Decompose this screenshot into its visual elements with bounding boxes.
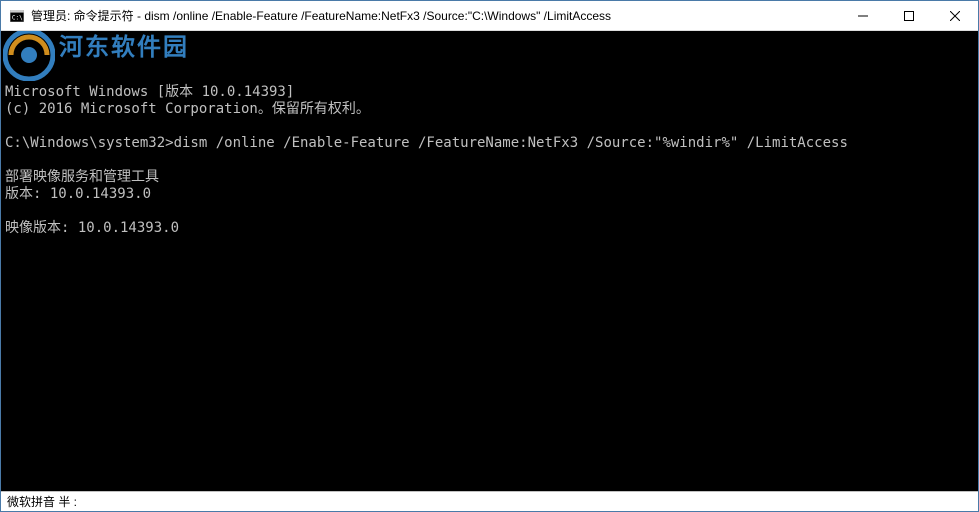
terminal-line: 版本: 10.0.14393.0 — [5, 186, 974, 203]
maximize-button[interactable] — [886, 1, 932, 30]
window-controls — [840, 1, 978, 30]
terminal-line: Microsoft Windows [版本 10.0.14393] — [5, 84, 974, 101]
terminal-output[interactable]: 河东软件园 Microsoft Windows [版本 10.0.14393](… — [1, 31, 978, 491]
cmd-icon: C:\ — [9, 8, 25, 24]
terminal-line: 部署映像服务和管理工具 — [5, 169, 974, 186]
watermark-text: 河东软件园 — [59, 39, 189, 56]
ime-status-bar: 微软拼音 半 : — [1, 491, 978, 511]
terminal-line: C:\Windows\system32>dism /online /Enable… — [5, 135, 974, 152]
titlebar: C:\ 管理员: 命令提示符 - dism /online /Enable-Fe… — [1, 1, 978, 31]
terminal-line — [5, 118, 974, 135]
window-title: 管理员: 命令提示符 - dism /online /Enable-Featur… — [31, 7, 840, 24]
ime-status-text: 微软拼音 半 : — [7, 493, 77, 510]
svg-text:C:\: C:\ — [12, 14, 23, 21]
terminal-line: (c) 2016 Microsoft Corporation。保留所有权利。 — [5, 101, 974, 118]
minimize-button[interactable] — [840, 1, 886, 30]
watermark-logo-icon — [3, 31, 55, 81]
terminal-line — [5, 203, 974, 220]
terminal-line: 映像版本: 10.0.14393.0 — [5, 220, 974, 237]
terminal-line — [5, 152, 974, 169]
close-button[interactable] — [932, 1, 978, 30]
